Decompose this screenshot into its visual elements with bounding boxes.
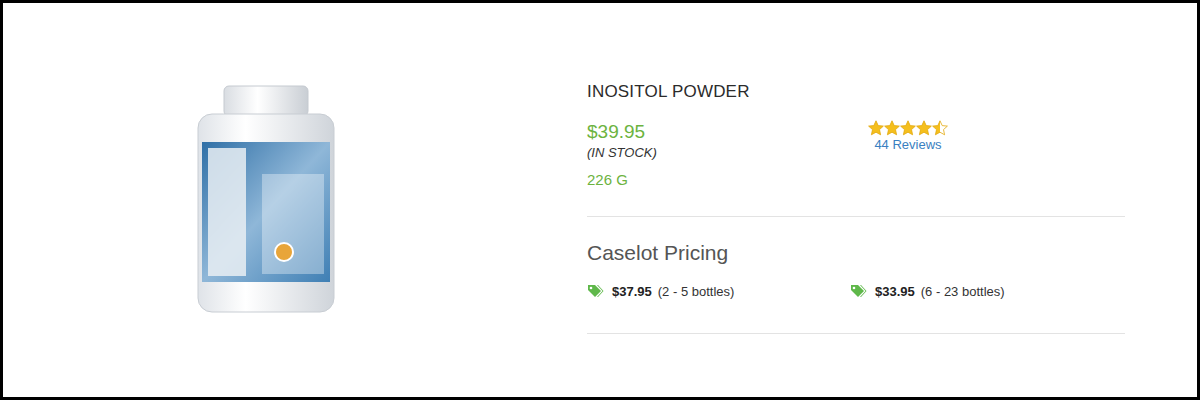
- product-details: INOSITOL POWDER $39.95 (IN STOCK) 226 G …: [587, 3, 1125, 397]
- price-row: $39.95 (IN STOCK) 226 G 44 Reviews: [587, 120, 1125, 190]
- stock-status: (IN STOCK): [587, 144, 867, 162]
- divider: [587, 216, 1125, 217]
- caselot-heading: Caselot Pricing: [587, 239, 1125, 267]
- caselot-tier: $33.95 (6 - 23 bottles): [850, 281, 1125, 301]
- product-size: 226 G: [587, 170, 867, 190]
- divider: [587, 333, 1125, 334]
- reviews-link[interactable]: 44 Reviews: [874, 136, 941, 153]
- star-icon: [916, 120, 932, 136]
- product-title: INOSITOL POWDER: [587, 80, 1125, 104]
- star-rating: [868, 120, 948, 136]
- caselot-tiers: $37.95 (2 - 5 bottles) $33.95 (6 - 23 bo…: [587, 281, 1125, 301]
- caselot-tier: $37.95 (2 - 5 bottles): [587, 281, 850, 301]
- tier-quantity: (6 - 23 bottles): [921, 284, 1005, 299]
- star-icon: [868, 120, 884, 136]
- price-block: $39.95 (IN STOCK) 226 G: [587, 120, 867, 190]
- product-image: [190, 84, 340, 316]
- rating: 44 Reviews: [867, 120, 949, 190]
- star-icon: [900, 120, 916, 136]
- product-page: INOSITOL POWDER $39.95 (IN STOCK) 226 G …: [0, 0, 1200, 400]
- product-image-column: [3, 3, 587, 397]
- star-icon: [884, 120, 900, 136]
- price-tag-icon: [850, 284, 867, 298]
- star-icon: [932, 120, 948, 136]
- tier-price: $37.95: [612, 284, 652, 299]
- price: $39.95: [587, 120, 867, 144]
- tier-price: $33.95: [875, 284, 915, 299]
- price-tag-icon: [587, 284, 604, 298]
- tier-quantity: (2 - 5 bottles): [658, 284, 735, 299]
